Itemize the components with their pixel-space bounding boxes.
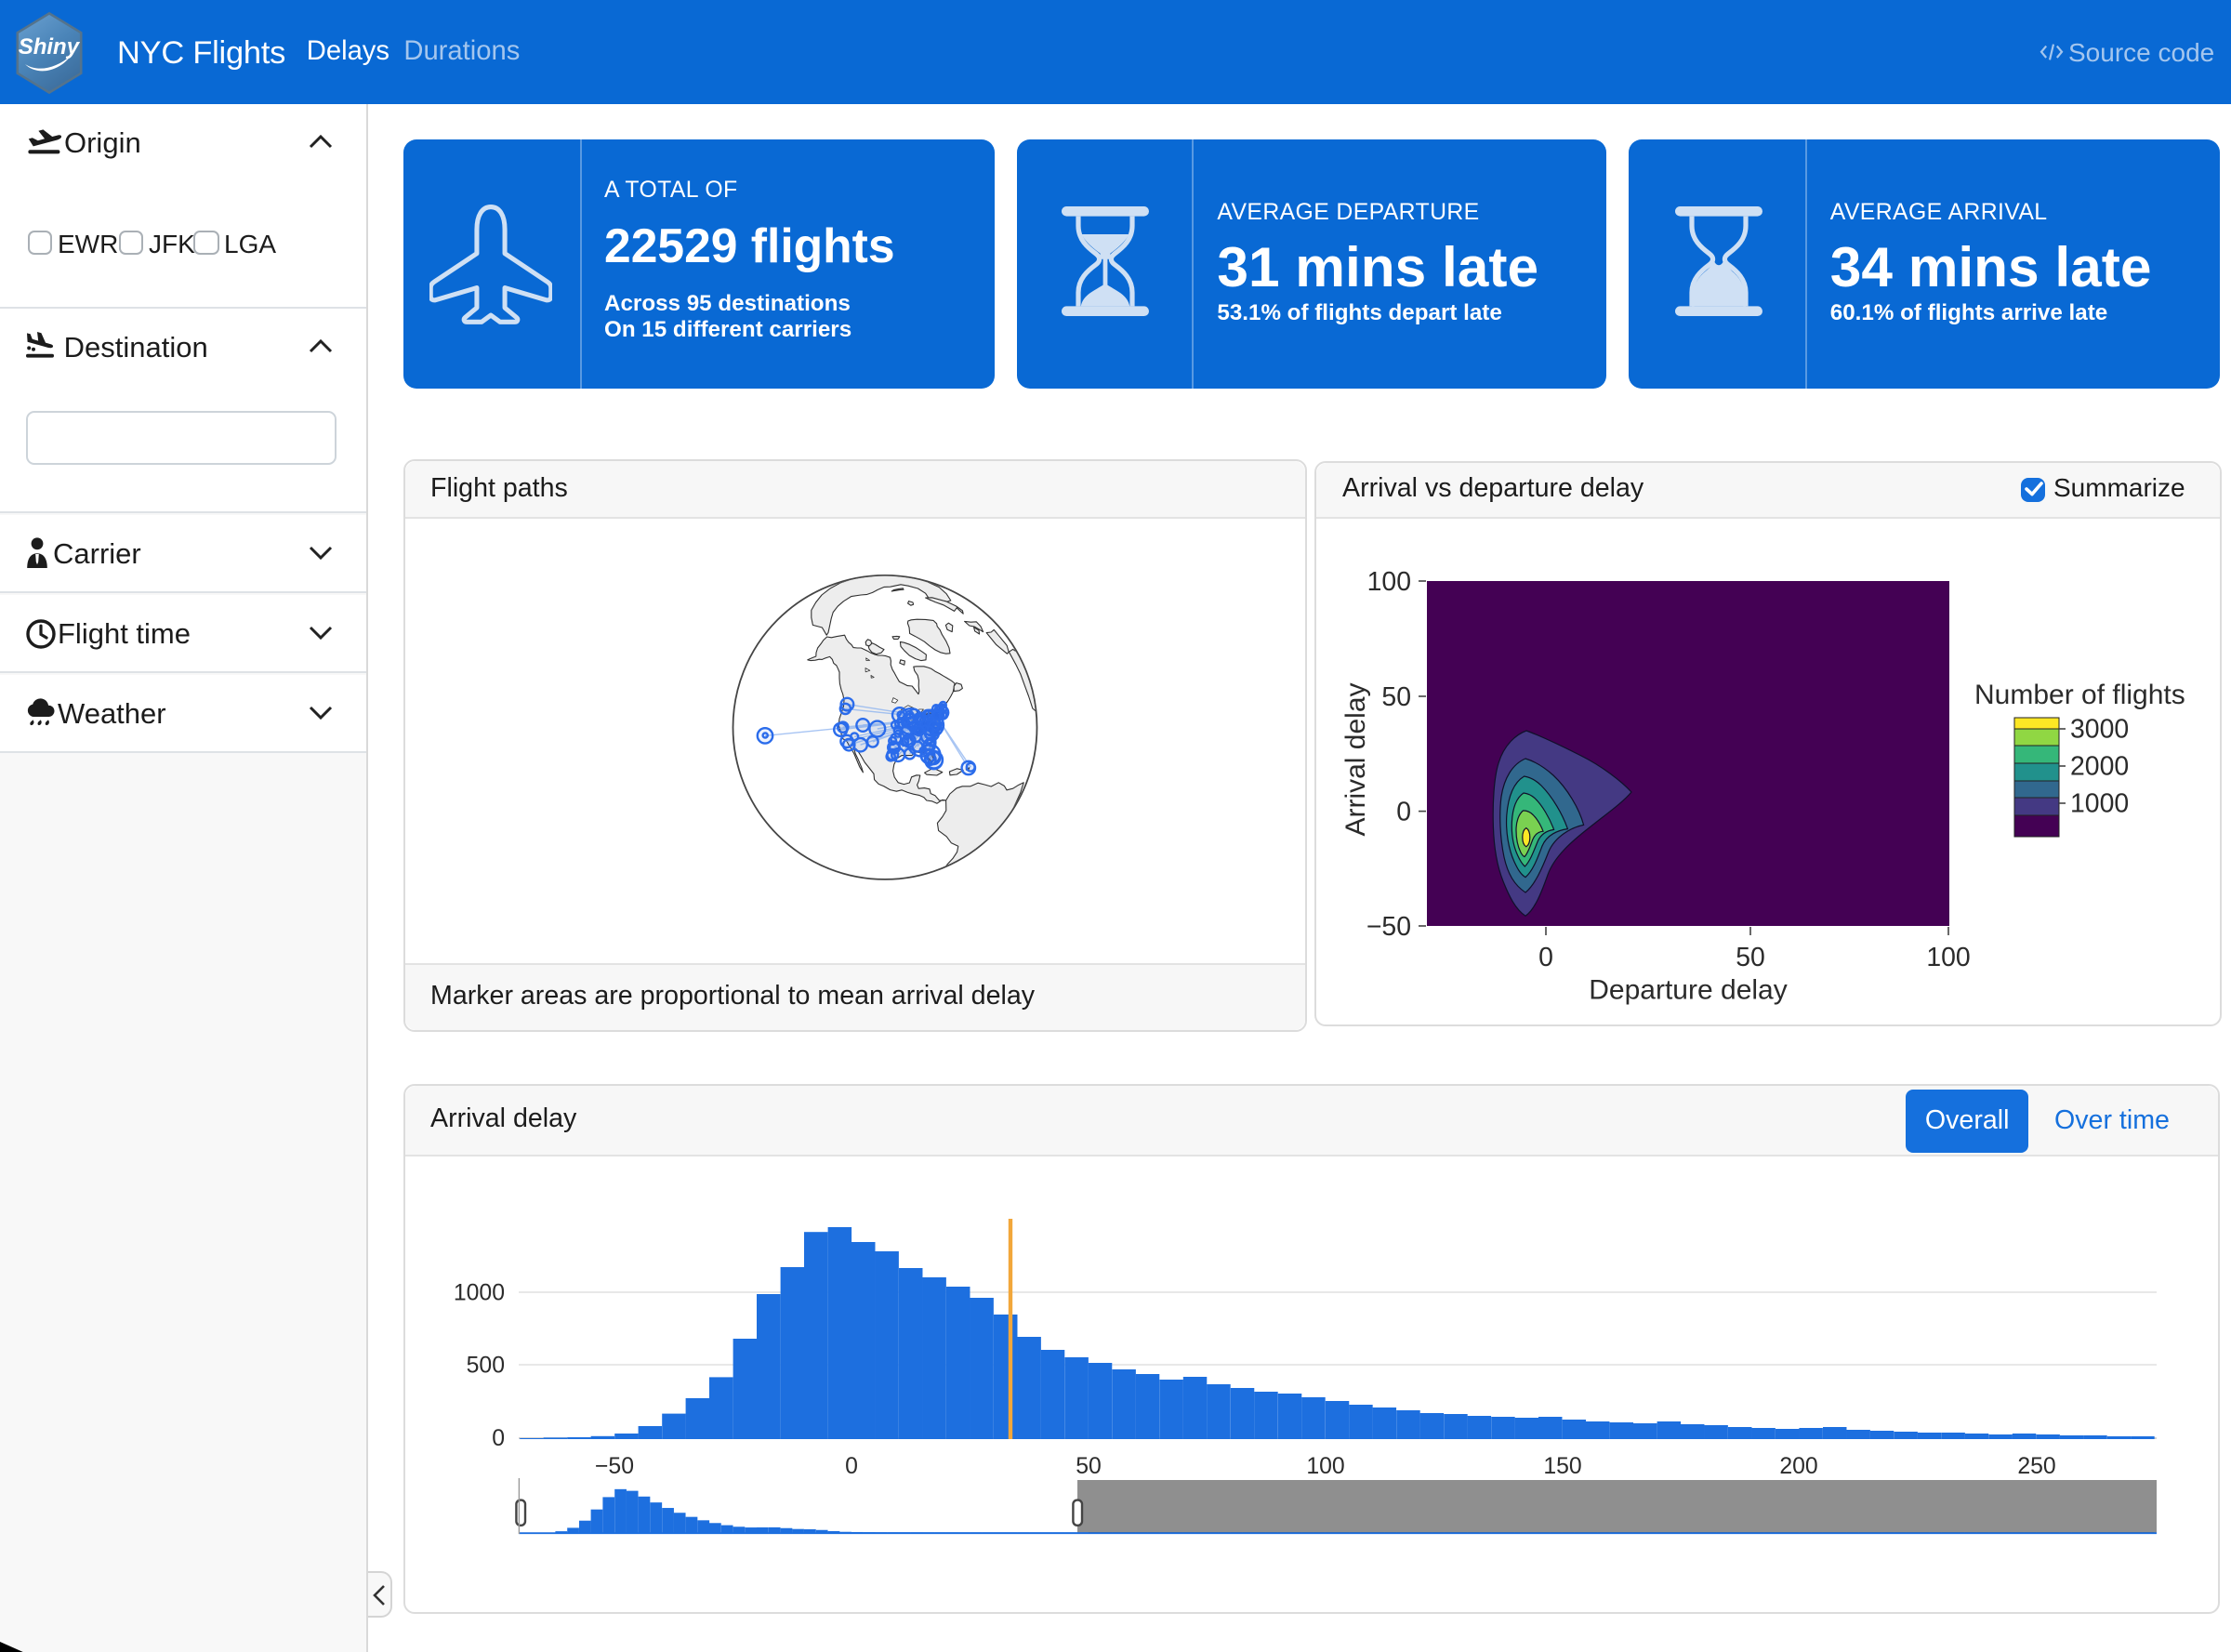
svg-text:50: 50 xyxy=(1075,1454,1101,1479)
svg-text:−50: −50 xyxy=(594,1454,633,1479)
svg-text:0: 0 xyxy=(1538,942,1553,971)
svg-text:2000: 2000 xyxy=(2070,751,2129,781)
svg-text:500: 500 xyxy=(466,1354,504,1379)
svg-text:Arrival delay: Arrival delay xyxy=(1340,681,1371,835)
svg-text:50: 50 xyxy=(1381,681,1411,711)
svg-text:150: 150 xyxy=(1542,1454,1580,1479)
svg-text:200: 200 xyxy=(1778,1454,1816,1479)
svg-text:−50: −50 xyxy=(1366,911,1411,941)
svg-text:0: 0 xyxy=(844,1454,857,1479)
svg-text:1000: 1000 xyxy=(2070,788,2129,818)
svg-text:0: 0 xyxy=(1396,797,1411,826)
svg-text:250: 250 xyxy=(2016,1454,2054,1479)
svg-text:Shiny: Shiny xyxy=(19,34,81,59)
svg-text:0: 0 xyxy=(491,1426,504,1451)
svg-text:100: 100 xyxy=(1305,1454,1343,1479)
svg-text:Number of flights: Number of flights xyxy=(1974,679,2185,709)
svg-text:100: 100 xyxy=(1926,942,1970,971)
svg-text:3000: 3000 xyxy=(2070,714,2129,744)
svg-text:Departure delay: Departure delay xyxy=(1589,973,1787,1004)
svg-text:1000: 1000 xyxy=(453,1281,504,1306)
svg-text:50: 50 xyxy=(1736,942,1765,971)
svg-text:100: 100 xyxy=(1367,566,1411,596)
